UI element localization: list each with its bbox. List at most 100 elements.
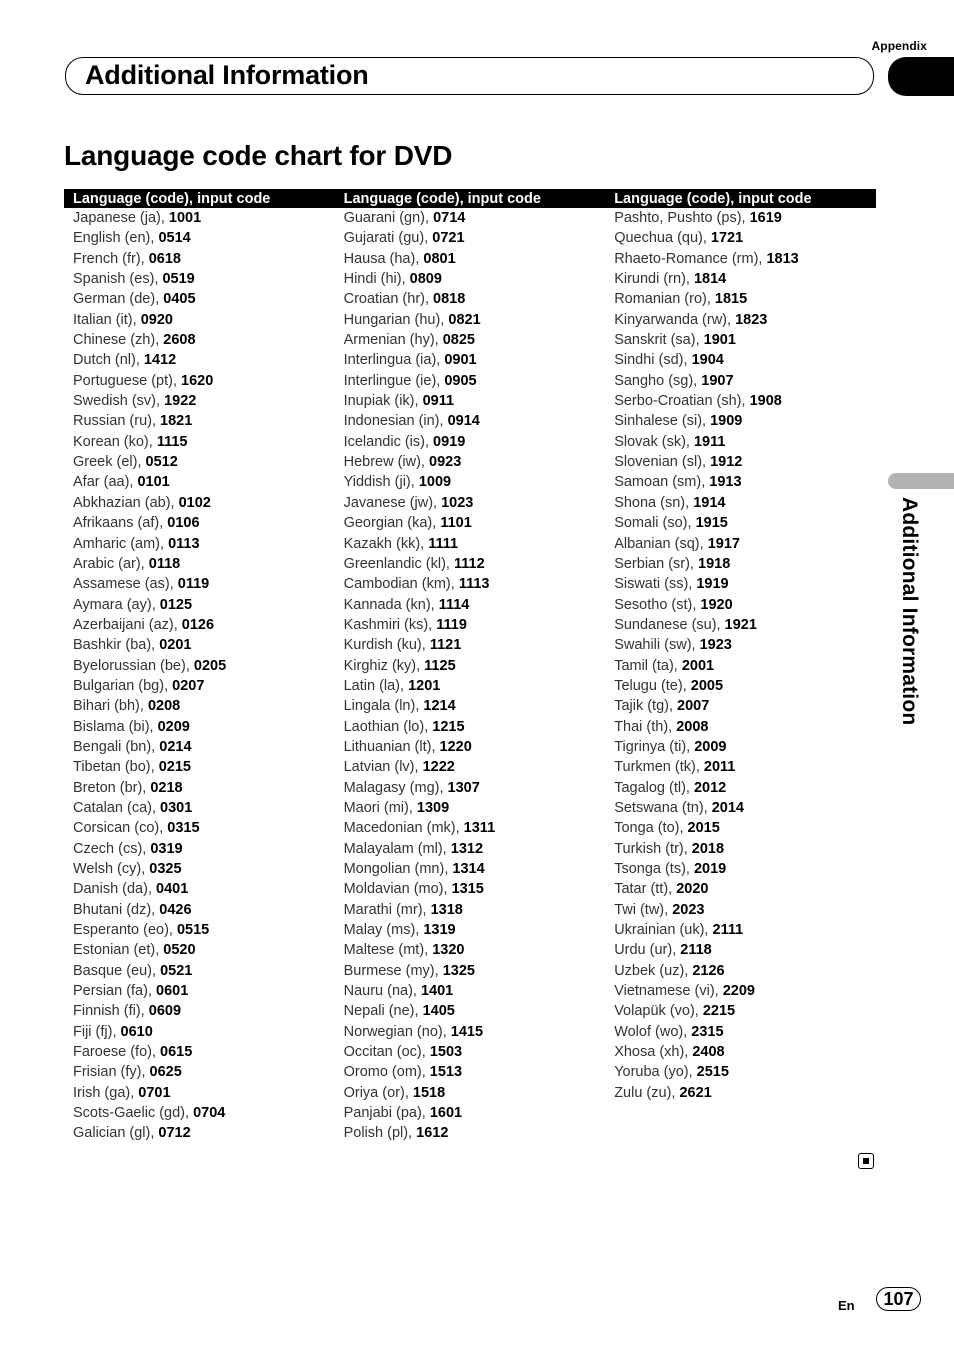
language-name: Frisian (fy), [73,1064,150,1081]
input-code: 0521 [160,962,193,979]
language-name: Vietnamese (vi), [614,983,723,1000]
input-code: 1909 [710,413,743,430]
input-code: 0215 [158,759,191,776]
table-row: Somali (so), 1915 [614,513,876,533]
column-header: Language (code), input code [64,189,335,208]
language-name: Pashto, Pushto (ps), [614,210,750,226]
language-name: Catalan (ca), [73,799,161,816]
language-name: Tsonga (ts), [614,861,694,877]
table-row: Spanish (es), 0519 [73,269,335,289]
column-header: Language (code), input code [334,189,606,208]
language-name: Setswana (tn), [614,799,712,816]
input-code: 2011 [703,759,736,776]
input-code: 2023 [672,901,705,918]
side-tab-marker [888,473,954,489]
table-row: Cambodian (km), 1113 [344,574,606,594]
language-name: Burmese (my), [343,962,443,979]
input-code: 1918 [698,555,731,572]
input-code: 1220 [439,738,472,755]
language-name: Bengali (bn), [73,738,160,755]
table-column: Language (code), input code Pashto, Push… [605,189,876,1144]
input-code: 1915 [695,515,728,532]
input-code: 0201 [159,637,192,654]
language-name: Marathi (mr), [343,901,431,918]
input-code: 0118 [148,555,181,572]
language-name: Yiddish (ji), [343,474,419,491]
table-row: Guarani (gn), 0714 [344,208,606,228]
language-name: Icelandic (is), [343,433,434,450]
input-code: 0914 [447,413,480,430]
language-name: Italian (it), [73,311,141,328]
input-code: 1114 [438,596,470,613]
language-name: Norwegian (no), [343,1023,451,1040]
input-code: 0809 [409,271,442,288]
language-name: Tatar (tt), [614,881,677,898]
language-name: Abkhazian (ab), [73,494,179,511]
language-name: Guarani (gn), [343,210,434,226]
table-row: Malagasy (mg), 1307 [344,778,606,798]
language-name: Kashmiri (ks), [343,616,437,633]
language-name: Volapük (vo), [614,1003,703,1020]
input-code: 0106 [167,515,200,532]
table-row: Kazakh (kk), 1111 [344,534,606,554]
language-name: Portuguese (pt), [73,372,181,389]
input-code: 0901 [444,352,477,369]
input-code: 1814 [693,271,727,288]
table-row: Tajik (tg), 2007 [614,696,876,716]
table-row: Samoan (sm), 1913 [614,472,876,492]
table-row: Japanese (ja), 1001 [73,208,335,228]
language-name: Mongolian (mn), [343,861,453,877]
input-code: 1121 [429,637,462,654]
language-name: Quechua (qu), [614,230,711,247]
language-name: Finnish (fi), [73,1003,149,1020]
input-code: 2018 [691,840,725,857]
table-row: Tagalog (tl), 2012 [614,778,876,798]
input-code: 1913 [709,474,742,491]
table-row: Pashto, Pushto (ps), 1619 [614,208,876,228]
language-name: Breton (br), [73,779,151,796]
input-code: 0101 [137,474,170,491]
input-code: 0712 [158,1125,191,1142]
table-row: Esperanto (eo), 0515 [73,920,335,940]
input-code: 1620 [181,372,214,389]
table-row: Nauru (na), 1401 [344,981,606,1001]
language-name: Turkish (tr), [614,840,692,857]
language-name: Faroese (fo), [73,1044,161,1061]
input-code: 0126 [181,616,215,633]
language-name: Galician (gl), [73,1125,159,1142]
language-name: Serbian (sr), [614,555,698,572]
input-code: 1415 [450,1023,484,1040]
language-name: Amharic (am), [73,535,169,552]
table-row: Italian (it), 0920 [73,310,335,330]
language-name: Wolof (wo), [614,1023,692,1040]
language-name: Tamil (ta), [614,657,682,674]
language-name: Croatian (hr), [343,291,434,308]
language-name: Slovak (sk), [614,433,694,450]
table-row: Rhaeto-Romance (rm), 1813 [614,249,876,269]
table-row: Greek (el), 0512 [73,452,335,472]
input-code: 0701 [138,1084,171,1101]
input-code: 1222 [422,759,455,776]
language-name: Tibetan (bo), [73,759,159,776]
input-code: 1815 [714,291,748,308]
language-name: Dutch (nl), [73,352,144,369]
language-name: Estonian (et), [73,942,164,959]
language-name: Bhutani (dz), [73,901,160,918]
table-row: Moldavian (mo), 1315 [344,879,606,899]
language-name: Yoruba (yo), [614,1064,697,1081]
language-name: Latin (la), [343,677,409,694]
language-name: Lingala (ln), [343,698,424,715]
table-column: Language (code), input code Guarani (gn)… [334,189,606,1144]
table-row: Kashmiri (ks), 1119 [344,615,606,635]
table-row: Lingala (ln), 1214 [344,696,606,716]
input-code: 1921 [724,616,757,633]
table-row: Arabic (ar), 0118 [73,554,335,574]
input-code: 0119 [177,576,210,593]
table-row: Hungarian (hu), 0821 [344,310,606,330]
column-rows: Japanese (ja), 1001 English (en), 0514 Fre… [64,208,335,1144]
input-code: 1401 [420,983,454,1000]
input-code: 0512 [145,454,178,471]
table-row: Bengali (bn), 0214 [73,737,335,757]
table-row: Korean (ko), 1115 [73,432,335,452]
table-row: Malay (ms), 1319 [344,920,606,940]
